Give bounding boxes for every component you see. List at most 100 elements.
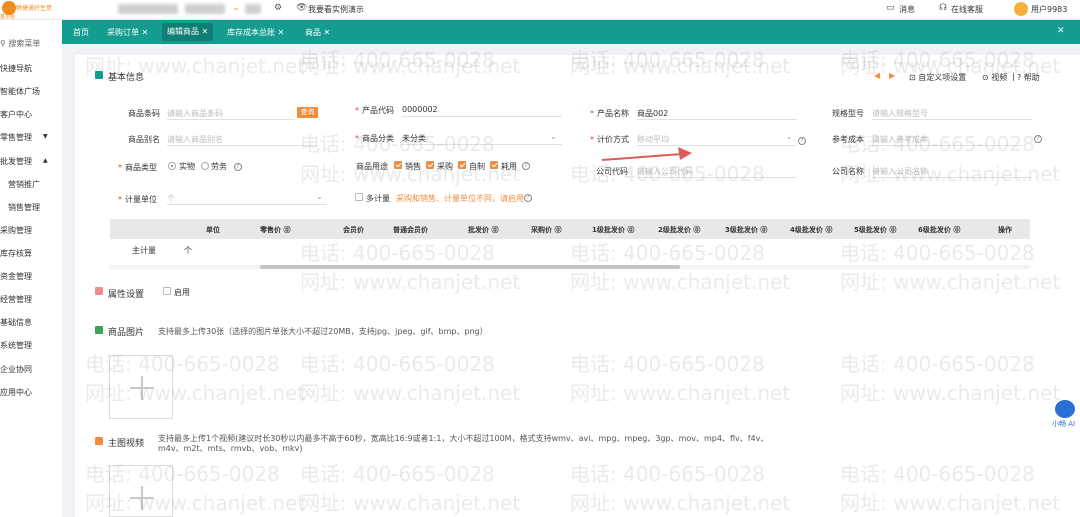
multi-unit-checkbox[interactable] xyxy=(355,193,363,201)
close-all-tabs-icon[interactable]: ✕ xyxy=(1057,26,1065,36)
sidebar-item-inventory[interactable]: 库存核算 xyxy=(0,248,32,259)
video-button[interactable]: ⊙ 视频 xyxy=(982,72,1007,83)
tab-label: 采购订单 xyxy=(107,28,139,37)
spec-input[interactable]: 请输入规格型号 xyxy=(872,108,1032,120)
help-circle-icon[interactable]: ⓪ xyxy=(283,226,290,234)
tab-edit-product[interactable]: 编辑商品 ✕ xyxy=(162,23,214,41)
help-circle-icon[interactable]: ⓪ xyxy=(627,226,634,234)
col-purchase: 采购价 ⓪ xyxy=(531,225,561,235)
close-icon[interactable]: ✕ xyxy=(202,27,209,36)
help-circle-icon[interactable]: ? xyxy=(524,194,532,202)
help-circle-icon[interactable]: ? xyxy=(234,163,242,171)
category-select[interactable]: 未分类 xyxy=(402,133,562,145)
help-circle-icon[interactable]: ⓪ xyxy=(760,226,767,234)
sidebar-item-funds[interactable]: 资金管理 xyxy=(0,271,32,282)
sidebar-item-agents[interactable]: 智能体广场 xyxy=(0,86,40,97)
plus-icon-vertical xyxy=(141,486,143,510)
close-icon[interactable]: ✕ xyxy=(142,28,149,37)
chevron-down-icon[interactable]: ⌄ xyxy=(786,132,793,141)
help-circle-icon[interactable]: ⓪ xyxy=(825,226,832,234)
product-name-label: * 产品名称 xyxy=(590,109,629,118)
demo-link[interactable]: 我要看实例演示 xyxy=(308,4,364,15)
annotation-arrow-icon xyxy=(601,147,692,161)
pricing-label-text: 计价方式 xyxy=(597,135,629,144)
sidebar-item-retail[interactable]: 零售管理 xyxy=(0,132,32,143)
help-circle-icon[interactable]: ⓪ xyxy=(889,226,896,234)
tab-inventory-cost[interactable]: 库存成本总账 ✕ xyxy=(227,27,284,38)
prev-arrow-icon[interactable]: ◀ xyxy=(874,71,880,80)
usage-sales-checkbox[interactable] xyxy=(394,161,402,169)
ref-cost-input[interactable]: 请输入参考成本 xyxy=(872,134,1022,146)
headset-icon[interactable]: ☊ xyxy=(939,3,947,13)
user-name[interactable]: 用户9983 xyxy=(1031,4,1067,15)
table-scrollbar[interactable] xyxy=(110,265,1030,269)
sidebar-item-operations[interactable]: 经营管理 xyxy=(0,294,32,305)
unit-select[interactable]: 个 xyxy=(167,193,327,205)
row-unit-value[interactable]: 个 xyxy=(184,245,192,256)
col-level5-text: 5级批发价 xyxy=(854,226,887,234)
close-icon[interactable]: ✕ xyxy=(324,28,331,37)
image-upload-box[interactable] xyxy=(109,355,173,419)
sidebar-item-customers[interactable]: 客户中心 xyxy=(0,109,32,120)
eye-icon[interactable]: 👁 xyxy=(296,3,307,13)
tab-purchase-order[interactable]: 采购订单 ✕ xyxy=(107,27,148,38)
col-level1: 1级批发价 ⓪ xyxy=(592,225,634,235)
sidebar-item-quicknav[interactable]: 快捷导航 xyxy=(0,63,32,74)
menu-search[interactable]: ⚲ 搜索菜单 xyxy=(0,38,40,49)
section-title-video: 主图视频 xyxy=(108,439,145,449)
tab-label: 编辑商品 xyxy=(167,27,199,36)
sidebar-item-system[interactable]: 系统管理 xyxy=(0,340,32,351)
avatar[interactable] xyxy=(1014,2,1028,16)
barcode-input[interactable]: 请输入商品条码 xyxy=(167,108,295,120)
sidebar-item-purchase[interactable]: 采购管理 xyxy=(0,225,32,236)
usage-selfmade-checkbox[interactable] xyxy=(458,161,466,169)
sidebar-item-collab[interactable]: 企业协同 xyxy=(0,364,32,375)
company-code-input[interactable]: 请输入公司代码 xyxy=(637,166,797,178)
type-service-radio[interactable] xyxy=(201,162,209,170)
product-name-label-text: 产品名称 xyxy=(597,109,629,118)
usage-purchase-checkbox[interactable] xyxy=(426,161,434,169)
support-link[interactable]: 在线客服 xyxy=(951,4,983,15)
gear-icon[interactable]: ⚙ xyxy=(274,3,282,13)
usage-consume-checkbox[interactable] xyxy=(490,161,498,169)
sidebar-item-sales[interactable]: 销售管理 xyxy=(8,202,40,213)
chevron-down-icon[interactable]: ⌄ xyxy=(232,3,240,13)
close-icon[interactable]: ✕ xyxy=(278,28,285,37)
tab-home[interactable]: 首页 xyxy=(73,27,89,38)
help-circle-icon[interactable]: ⓪ xyxy=(693,226,700,234)
sidebar-item-marketing[interactable]: 营销推广 xyxy=(8,179,40,190)
sidebar-item-apps[interactable]: 应用中心 xyxy=(0,387,32,398)
attribute-enable-checkbox[interactable] xyxy=(163,287,171,295)
menu-search-label: 搜索菜单 xyxy=(8,39,41,48)
table-header: 单位 零售价 ⓪ 会员价 普通会员价 批发价 ⓪ 采购价 ⓪ 1级批发价 ⓪ 2… xyxy=(110,219,1030,239)
help-button[interactable]: ? 帮助 xyxy=(1017,72,1040,83)
play-icon: ⊙ xyxy=(982,73,989,82)
help-circle-icon[interactable]: ⓪ xyxy=(491,226,498,234)
messages-link[interactable]: 消息 xyxy=(899,4,915,15)
next-arrow-icon[interactable]: ▶ xyxy=(889,71,895,80)
sidebar-item-wholesale[interactable]: 批发管理 xyxy=(0,156,32,167)
company-name-input[interactable]: 请输入公司名称 xyxy=(872,166,1032,178)
help-circle-icon[interactable]: ⓪ xyxy=(953,226,960,234)
query-button[interactable]: 查询 xyxy=(297,107,318,118)
help-circle-icon[interactable]: ⓪ xyxy=(554,226,561,234)
ai-assistant-widget[interactable]: 小畅 AI xyxy=(1052,398,1080,432)
custom-settings-button[interactable]: ⊡ 自定义项设置 xyxy=(909,72,966,83)
tab-product[interactable]: 商品 ✕ xyxy=(305,27,330,38)
sidebar-item-basic-info[interactable]: 基础信息 xyxy=(0,317,32,328)
video-icon xyxy=(95,437,103,445)
unit-label-text: 计量单位 xyxy=(125,195,157,204)
product-name-input[interactable]: 商品002 xyxy=(637,108,797,120)
type-physical-radio[interactable] xyxy=(168,162,176,170)
help-circle-icon[interactable]: ? xyxy=(1034,135,1042,143)
help-circle-icon[interactable]: ? xyxy=(522,162,530,170)
scrollbar-thumb[interactable] xyxy=(260,265,680,269)
help-circle-icon[interactable]: ? xyxy=(798,137,806,145)
chevron-down-icon[interactable]: ⌄ xyxy=(550,132,557,141)
separator: | xyxy=(1012,72,1015,81)
video-upload-box[interactable] xyxy=(109,465,173,517)
product-code-input[interactable]: 0000002 xyxy=(402,105,562,117)
chevron-down-icon[interactable]: ⌄ xyxy=(316,192,323,201)
alias-input[interactable]: 请输入商品别名 xyxy=(167,134,317,146)
message-icon[interactable]: ▭ xyxy=(886,3,895,13)
